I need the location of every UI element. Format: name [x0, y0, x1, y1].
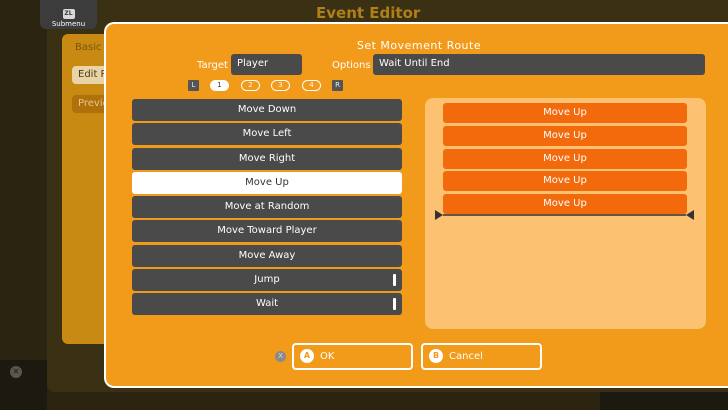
route-insert-cursor	[435, 210, 694, 220]
options-label: Options	[332, 60, 371, 71]
command-move-toward-player[interactable]: Move Toward Player	[132, 220, 402, 243]
cursor-right-arrow-icon	[686, 210, 694, 220]
route-item[interactable]: Move Up	[443, 171, 687, 192]
cancel-button[interactable]: B Cancel	[421, 343, 542, 370]
a-key-icon: A	[300, 349, 314, 363]
command-move-left[interactable]: Move Left	[132, 123, 402, 146]
route-item[interactable]: Move Up	[443, 148, 687, 169]
cancel-label: Cancel	[449, 351, 483, 362]
route-item[interactable]: Move Up	[443, 125, 687, 146]
page-left-key[interactable]: L	[188, 80, 199, 91]
event-editor-title: Event Editor	[316, 4, 421, 22]
bottom-left-panel: ✕	[0, 360, 47, 410]
command-move-at-random[interactable]: Move at Random	[132, 196, 402, 219]
dialog-title: Set Movement Route	[356, 39, 482, 52]
command-move-down[interactable]: Move Down	[132, 99, 402, 121]
ok-label: OK	[320, 351, 335, 362]
page-tab-2[interactable]: 2	[241, 80, 260, 91]
command-move-up[interactable]: Move Up	[132, 171, 402, 194]
target-field[interactable]: Player	[231, 54, 302, 75]
command-wait[interactable]: Wait	[132, 293, 402, 316]
page-tab-1[interactable]: 1	[210, 80, 229, 91]
target-label: Target	[197, 60, 228, 71]
command-wait-label: Wait	[255, 298, 279, 310]
command-jump-label: Jump	[254, 274, 280, 286]
route-list: Move Up Move Up Move Up Move Up Move Up	[443, 103, 687, 217]
command-jump[interactable]: Jump	[132, 269, 402, 292]
b-key-icon: B	[429, 349, 443, 363]
page-tab-4[interactable]: 4	[302, 80, 321, 91]
submenu-label: Submenu	[51, 20, 86, 28]
submenu-button[interactable]: ZL Submenu	[40, 0, 97, 29]
route-item[interactable]: Move Up	[443, 103, 687, 123]
bottom-right-panel	[600, 392, 728, 410]
cursor-left-arrow-icon	[435, 210, 443, 220]
ok-button[interactable]: A OK	[292, 343, 413, 370]
command-move-right[interactable]: Move Right	[132, 147, 402, 170]
close-icon: ✕	[10, 366, 22, 378]
page-tab-3[interactable]: 3	[271, 80, 290, 91]
options-field[interactable]: Wait Until End	[373, 54, 705, 75]
has-options-indicator	[393, 274, 396, 287]
page-right-key[interactable]: R	[332, 80, 343, 91]
has-options-indicator	[393, 298, 396, 311]
x-key-icon: X	[275, 351, 286, 362]
zl-key-icon: ZL	[62, 9, 75, 19]
command-move-away[interactable]: Move Away	[132, 244, 402, 267]
command-list: Move Down Move Left Move Right Move Up M…	[132, 99, 402, 318]
